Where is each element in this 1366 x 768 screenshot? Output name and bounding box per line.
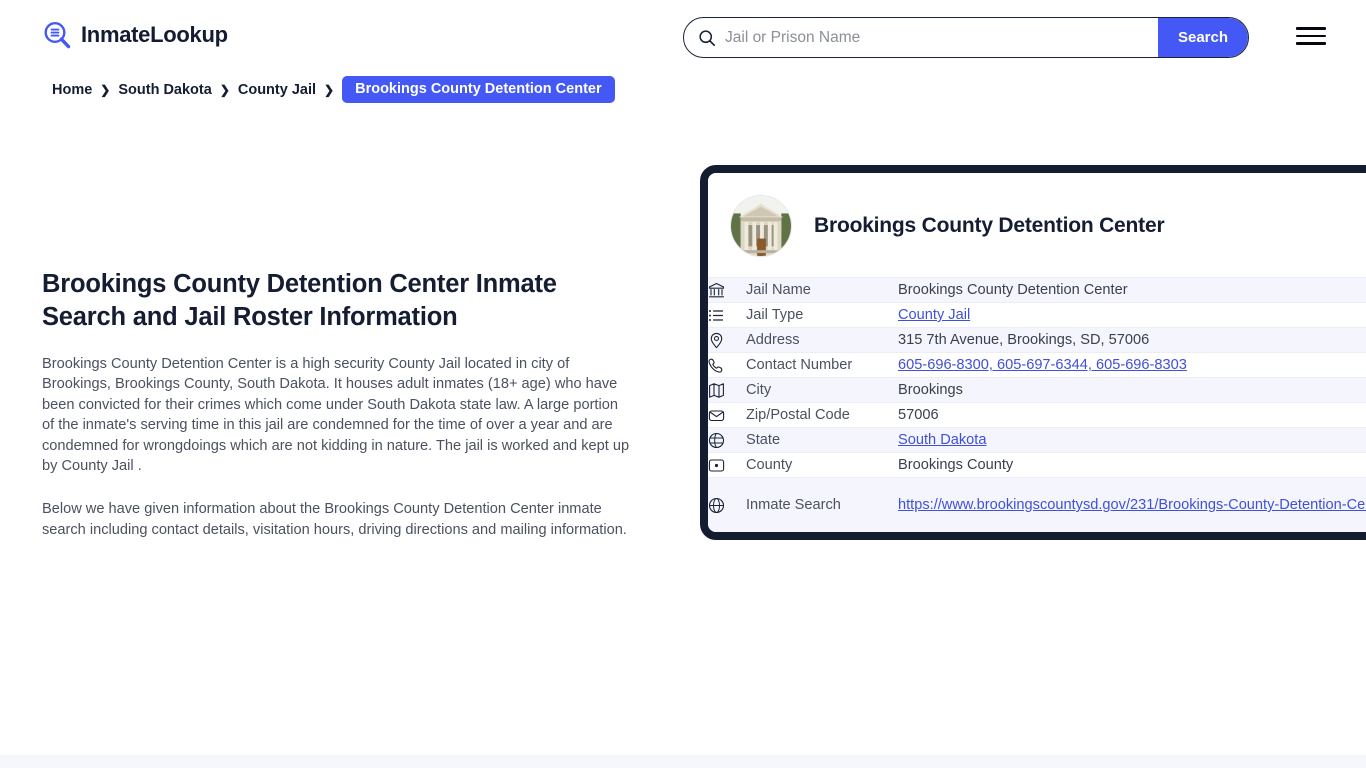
row-icon-cell — [708, 303, 746, 328]
table-row: Address 315 7th Avenue, Brookings, SD, 57… — [708, 327, 1366, 353]
map-pin-icon — [710, 332, 723, 348]
row-label: Jail Name — [746, 282, 811, 298]
row-label: Inmate Search — [746, 497, 841, 513]
row-value-link[interactable]: South Dakota — [898, 432, 986, 448]
row-value-link[interactable]: County Jail — [898, 307, 970, 323]
row-value: 315 7th Avenue, Brookings, SD, 57006 — [898, 332, 1150, 348]
main-content: Brookings County Detention Center Inmate… — [42, 268, 642, 540]
brand-name: InmateLookup — [81, 22, 228, 47]
jail-card-title: Brookings County Detention Center — [814, 214, 1165, 237]
breadcrumb-item-3[interactable]: County Jail — [238, 82, 316, 98]
breadcrumb: Home ❯ South Dakota ❯ County Jail ❯ Brookings … — [52, 76, 615, 103]
row-icon-cell — [708, 403, 746, 428]
row-icon-cell — [708, 453, 746, 478]
row-label: Jail Type — [746, 307, 804, 323]
table-row: Contact Number 605-696-8300, 605-697-6344… — [708, 352, 1366, 378]
table-row: City Brookings — [708, 377, 1366, 403]
row-value: 57006 — [898, 407, 939, 423]
hamburger-bar — [1296, 27, 1326, 30]
row-label: City — [746, 382, 772, 398]
table-row: Jail Name Brookings County Detention Cent… — [708, 277, 1366, 303]
row-value-link[interactable]: https://www.brookingscountysd.gov/231/Br… — [898, 497, 1366, 513]
page-title: Brookings County Detention Center Inmate… — [42, 270, 557, 331]
brand-logo-link[interactable]: InmateLookup — [42, 20, 228, 50]
row-value[interactable]: County Jail — [898, 303, 1366, 328]
row-icon-cell — [708, 478, 746, 533]
search-input[interactable] — [716, 18, 1158, 57]
globe-icon — [708, 497, 725, 513]
search-button[interactable]: Search — [1158, 18, 1248, 57]
breadcrumb-item-1[interactable]: Home — [52, 82, 92, 98]
breadcrumb-separator-icon: ❯ — [219, 82, 230, 97]
search-bar[interactable]: Search — [683, 17, 1249, 58]
row-label: Zip/Postal Code — [746, 407, 850, 423]
page-root: InmateLookup Search Home ❯ South Dakota ❯ Co… — [0, 0, 1366, 768]
search-list-logo-icon — [44, 21, 71, 49]
list-icon — [709, 309, 724, 321]
breadcrumb-separator-icon: ❯ — [324, 82, 335, 97]
table-row: County Brookings County — [708, 452, 1366, 478]
jail-info-card: Brookings County Detention Center Jail N… — [700, 165, 1366, 540]
county-map-icon — [708, 458, 725, 472]
description-paragraph-2: Below we have given information about th… — [42, 501, 627, 538]
description-paragraph-1: Brookings County Detention Center is a h… — [42, 356, 630, 475]
table-row: Inmate Search https://www.brookingscounty… — [708, 477, 1366, 533]
envelope-icon — [708, 409, 725, 421]
search-icon — [699, 29, 716, 46]
row-value[interactable]: https://www.brookingscountysd.gov/231/Br… — [898, 478, 1366, 533]
row-value: Brookings — [898, 382, 963, 398]
row-icon-cell — [708, 328, 746, 353]
row-icon-cell — [708, 278, 746, 303]
hamburger-bar — [1296, 34, 1326, 38]
page-bottom-band — [0, 755, 1366, 768]
site-header: InmateLookup Search — [0, 0, 1366, 72]
breadcrumb-item-2[interactable]: South Dakota — [118, 82, 211, 98]
table-row: Zip/Postal Code 57006 — [708, 402, 1366, 428]
row-value: Brookings County Detention Center — [898, 282, 1128, 298]
row-value: Brookings County — [898, 457, 1014, 473]
row-value[interactable]: 605-696-8300, 605-697-6344, 605-696-8303 — [898, 353, 1366, 378]
jail-card-header: Brookings County Detention Center — [708, 173, 1366, 277]
hamburger-bar — [1296, 42, 1326, 45]
hamburger-menu-icon[interactable] — [1296, 25, 1328, 47]
row-icon-cell — [708, 378, 746, 403]
row-value[interactable]: South Dakota — [898, 428, 1366, 453]
breadcrumb-separator-icon: ❯ — [100, 82, 111, 97]
breadcrumb-item-4[interactable]: Brookings County Detention Center — [342, 76, 615, 103]
table-row: Jail Type County Jail — [708, 302, 1366, 328]
table-row: State South Dakota — [708, 427, 1366, 453]
row-label: Contact Number — [746, 357, 853, 373]
row-icon-cell — [708, 353, 746, 378]
row-value-link[interactable]: 605-696-8300, 605-697-6344, 605-696-8303 — [898, 357, 1187, 373]
row-label: County — [746, 457, 793, 473]
row-label: State — [746, 432, 781, 448]
courthouse-photo — [730, 195, 792, 257]
row-icon-cell — [708, 428, 746, 453]
phone-icon — [708, 358, 723, 373]
jail-details-table: Jail Name Brookings County Detention Cent… — [708, 277, 1366, 532]
globe-pin-icon — [708, 432, 725, 448]
map-icon — [709, 382, 724, 398]
row-label: Address — [746, 332, 800, 348]
bank-icon — [708, 282, 725, 297]
